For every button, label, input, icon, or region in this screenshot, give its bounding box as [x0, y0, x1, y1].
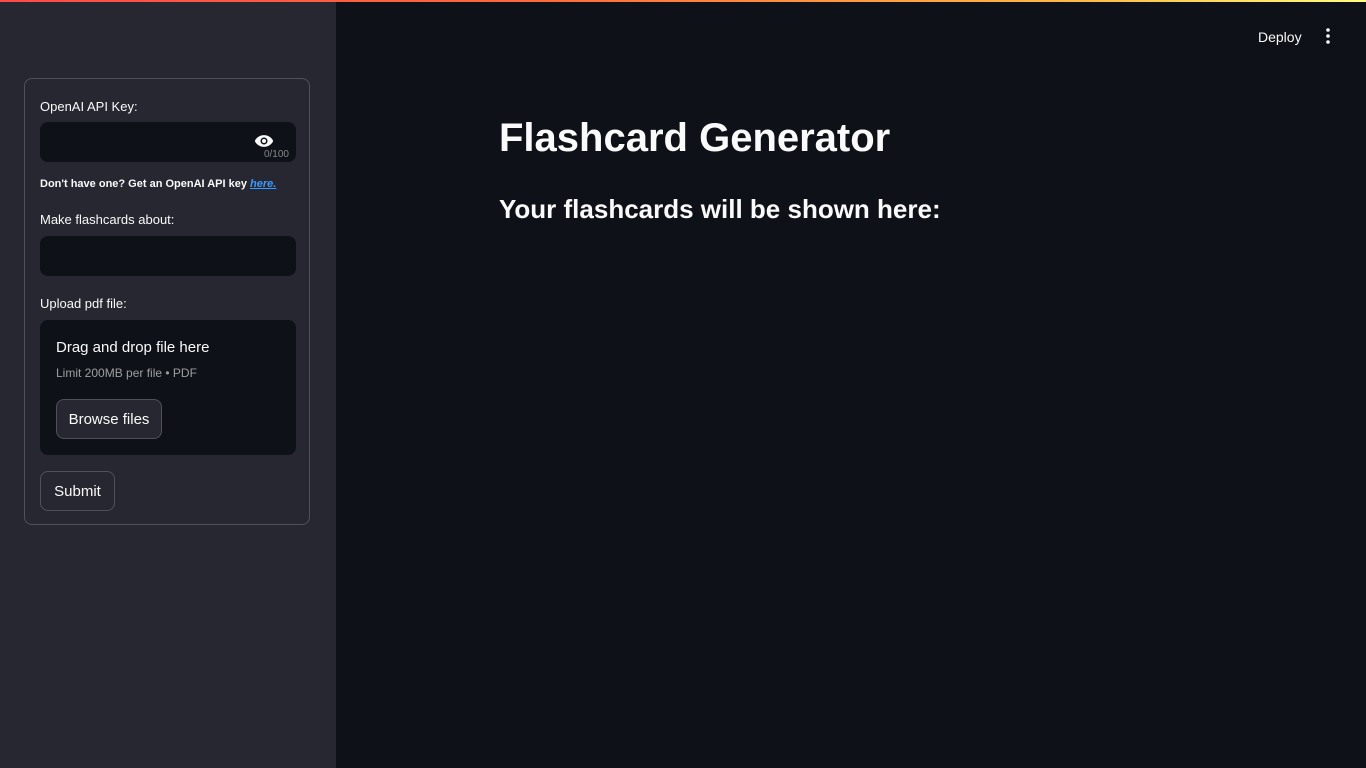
flashcard-form: OpenAI API Key: 0/100 Don't have one? Ge… — [24, 78, 310, 525]
vertical-dots-icon[interactable] — [1318, 26, 1338, 46]
topic-input[interactable] — [40, 236, 296, 276]
dropzone-title: Drag and drop file here — [56, 339, 210, 356]
page-subtitle: Your flashcards will be shown here: — [499, 194, 941, 224]
get-api-key-link[interactable]: here. — [250, 178, 276, 190]
deploy-button[interactable]: Deploy — [1252, 27, 1308, 47]
dropzone-limit: Limit 200MB per file • PDF — [56, 366, 197, 380]
submit-button[interactable]: Submit — [40, 471, 115, 511]
top-decoration-bar — [0, 0, 1366, 2]
help-text-prefix: Don't have one? Get an OpenAI API key — [40, 178, 251, 190]
topic-label: Make flashcards about: — [40, 212, 175, 227]
page-title: Flashcard Generator — [499, 116, 891, 160]
browse-files-button[interactable]: Browse files — [56, 399, 162, 439]
api-key-input[interactable]: 0/100 — [40, 122, 296, 162]
api-key-label: OpenAI API Key: — [40, 99, 138, 114]
file-dropzone[interactable]: Drag and drop file here Limit 200MB per … — [40, 320, 296, 455]
sidebar: OpenAI API Key: 0/100 Don't have one? Ge… — [0, 0, 336, 768]
upload-label: Upload pdf file: — [40, 296, 127, 311]
eye-icon[interactable] — [254, 134, 274, 148]
api-key-help-text: Don't have one? Get an OpenAI API key he… — [40, 178, 276, 190]
char-count: 0/100 — [263, 149, 289, 160]
